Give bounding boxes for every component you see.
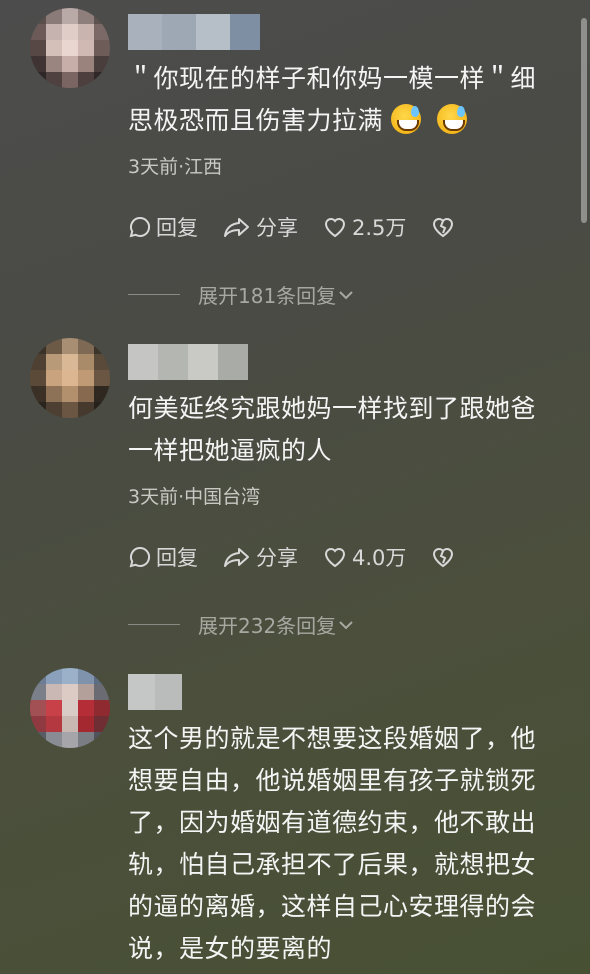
like-count: 2.5万	[352, 216, 407, 240]
chevron-down-icon	[339, 290, 353, 299]
scrollbar[interactable]	[581, 18, 587, 223]
reply-button[interactable]: 回复	[128, 212, 198, 242]
reply-button[interactable]: 回复	[128, 542, 198, 572]
share-button[interactable]: 分享	[222, 212, 298, 242]
expand-label: 展开232条回复	[198, 614, 337, 638]
comment-actions: 回复 分享 2.5万	[128, 210, 484, 244]
comment-meta: 3天前·江西	[128, 156, 223, 178]
broken-heart-icon	[433, 548, 454, 568]
username-redacted[interactable]	[128, 14, 260, 50]
avatar[interactable]	[30, 8, 110, 88]
reply-label: 回复	[156, 546, 198, 570]
comment-actions: 回复 分享 4.0万	[128, 540, 484, 574]
like-button[interactable]: 4.0万	[322, 542, 406, 572]
share-arrow-icon	[224, 548, 249, 567]
chevron-down-icon	[339, 620, 353, 629]
heart-icon	[324, 548, 346, 568]
comment-text: 这个男的就是不想要这段婚姻了，他想要自由，他说婚姻里有孩子就锁死了，因为婚姻有道…	[128, 724, 537, 963]
expand-replies-button[interactable]: 展开232条回复	[128, 610, 356, 639]
dislike-button[interactable]	[430, 215, 460, 239]
divider	[128, 294, 180, 295]
share-button[interactable]: 分享	[222, 542, 298, 572]
share-arrow-icon	[224, 218, 249, 237]
like-button[interactable]: 2.5万	[322, 212, 406, 242]
dislike-button[interactable]	[430, 545, 460, 569]
avatar[interactable]	[30, 338, 110, 418]
comment-bubble-icon	[129, 216, 151, 238]
expand-replies-button[interactable]: 展开181条回复	[128, 280, 356, 309]
comment-text: ＂你现在的样子和你妈一模一样＂细思极恐而且伤害力拉满	[128, 64, 537, 135]
username-redacted[interactable]	[128, 674, 182, 710]
sweat-grin-emoji-icon	[391, 104, 422, 134]
comment-bubble-icon	[129, 546, 151, 568]
share-label: 分享	[256, 216, 298, 240]
divider	[128, 624, 180, 625]
comment-text: 何美延终究跟她妈一样找到了跟她爸一样把她逼疯的人	[128, 394, 537, 465]
sweat-grin-emoji-icon	[437, 104, 468, 134]
reply-label: 回复	[156, 216, 198, 240]
comment-meta: 3天前·中国台湾	[128, 486, 261, 508]
broken-heart-icon	[433, 218, 454, 238]
username-redacted[interactable]	[128, 344, 248, 380]
share-label: 分享	[256, 546, 298, 570]
avatar[interactable]	[30, 668, 110, 748]
like-count: 4.0万	[352, 546, 407, 570]
heart-icon	[324, 218, 346, 238]
expand-label: 展开181条回复	[198, 284, 337, 308]
